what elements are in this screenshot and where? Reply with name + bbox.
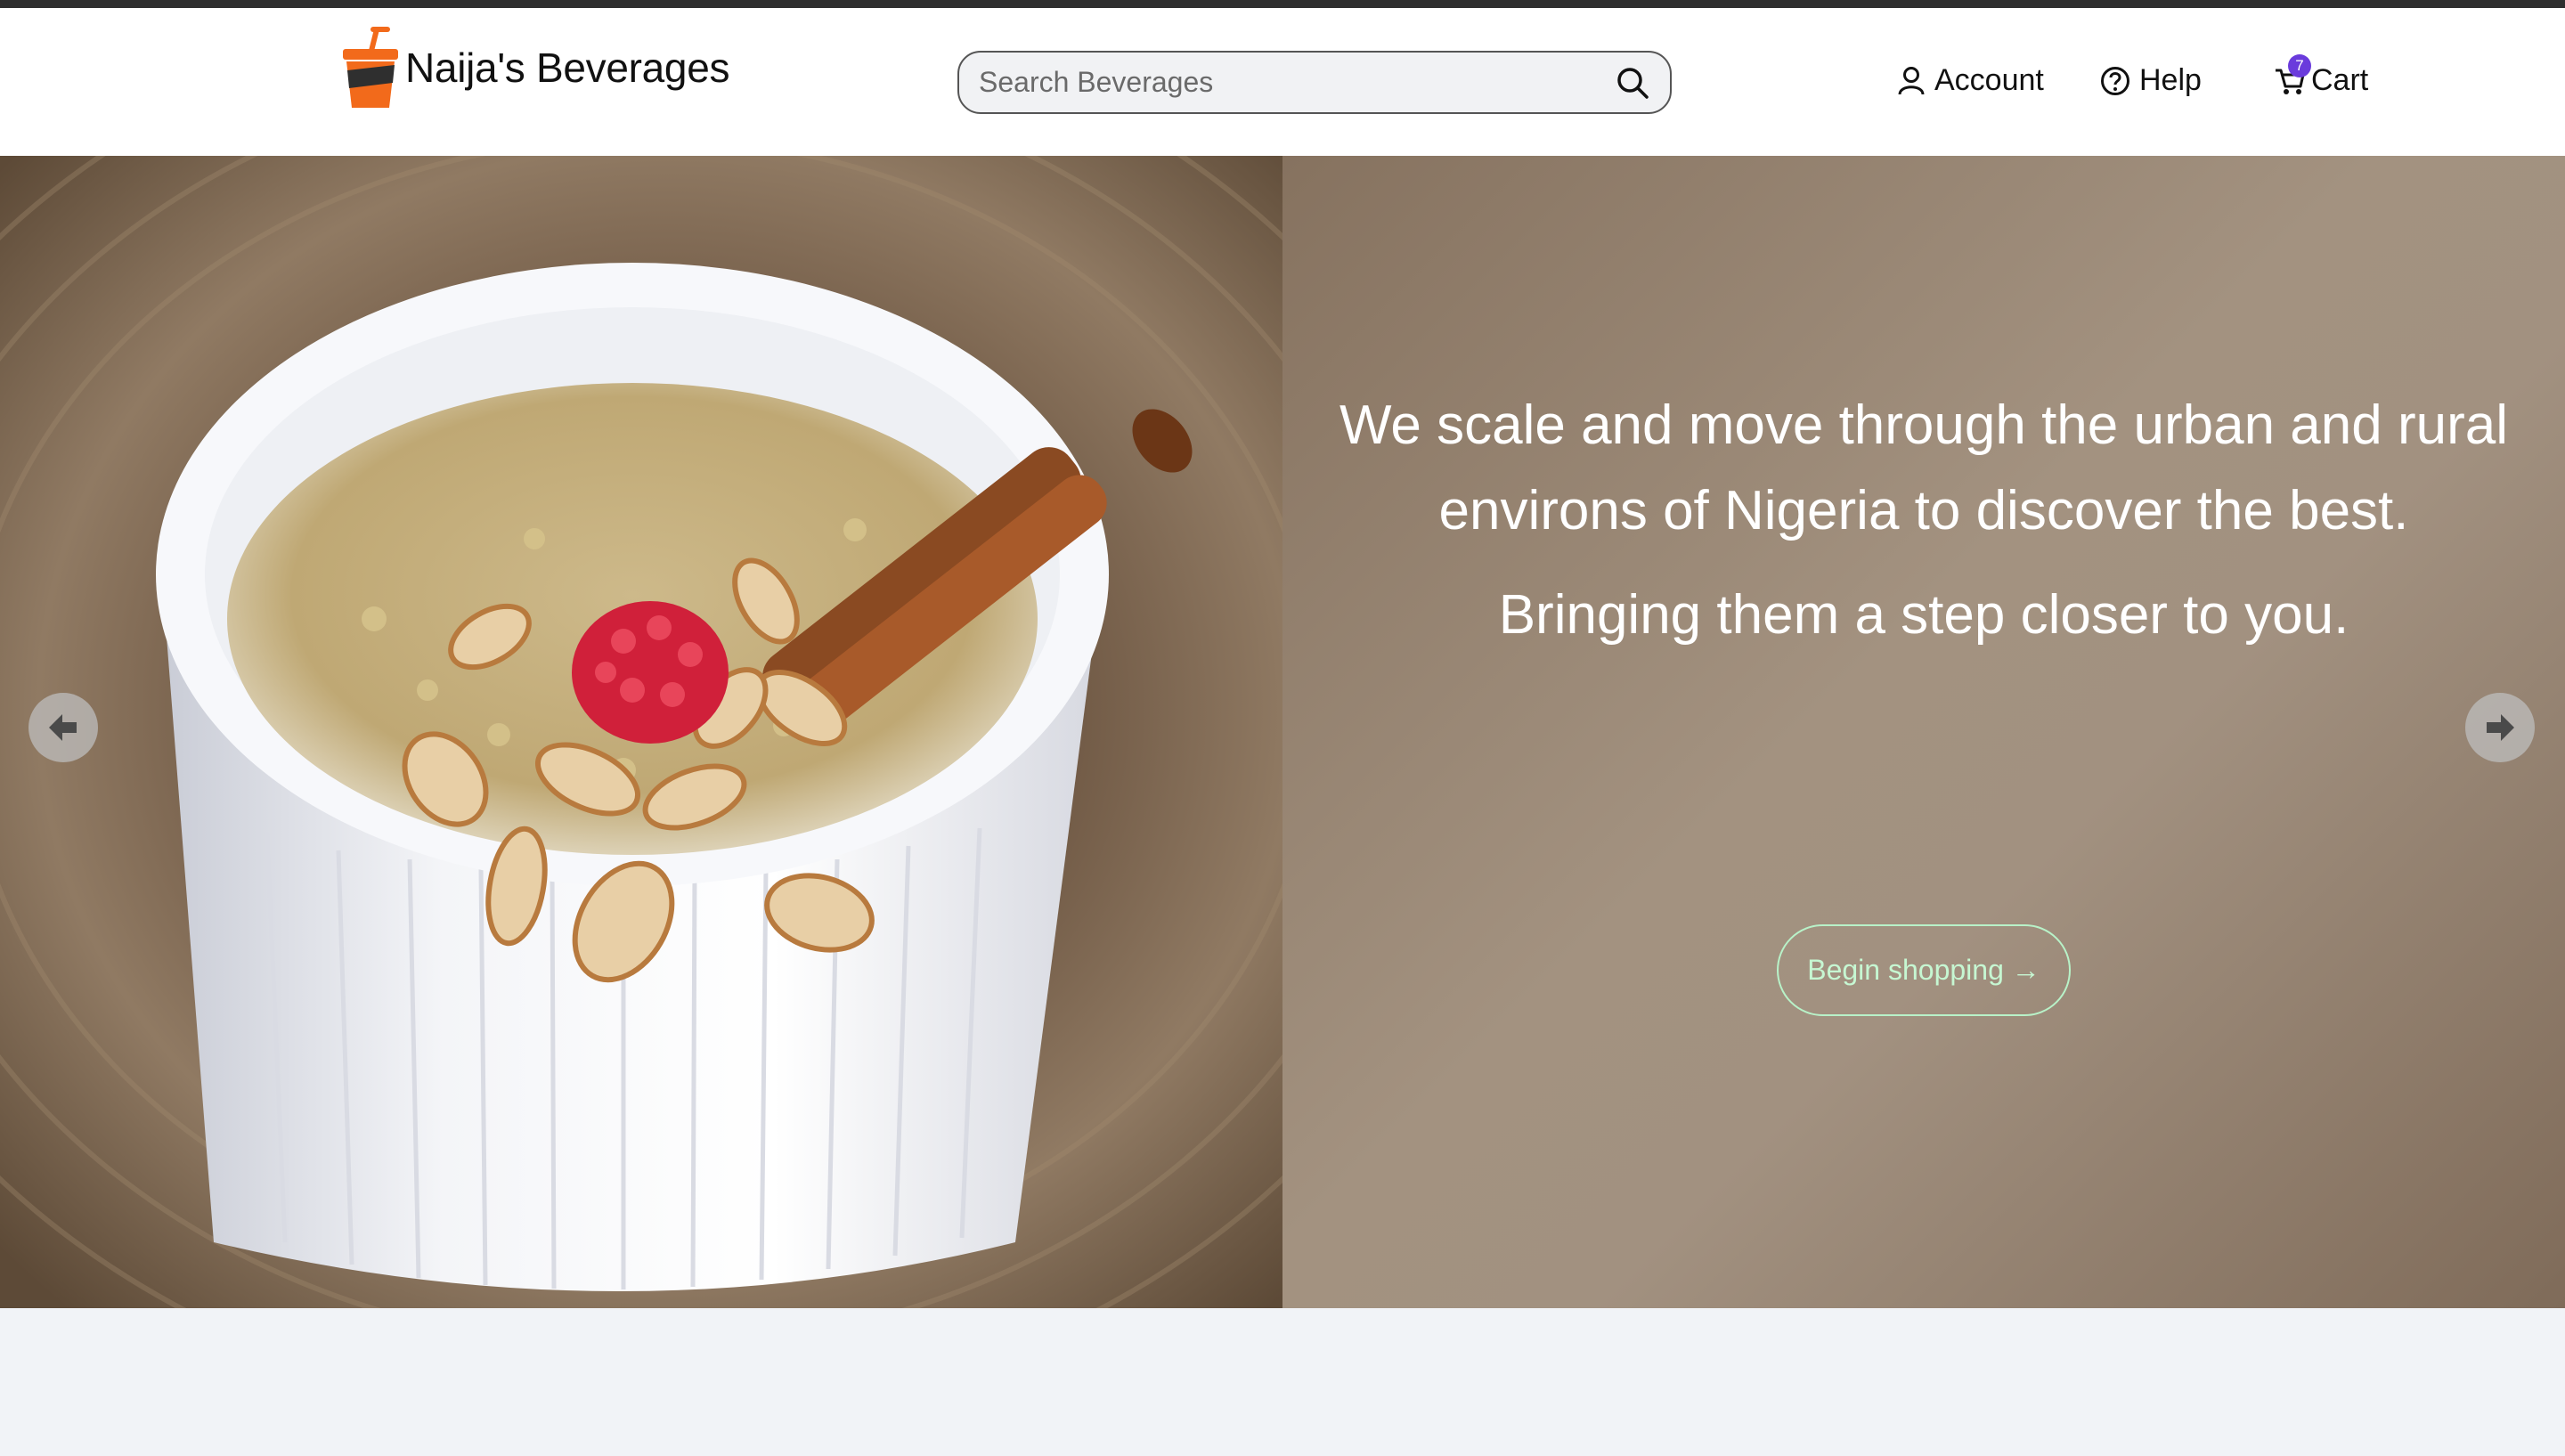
search-icon[interactable] [1615,65,1650,101]
cart-icon-wrapper: 7 [2274,53,2311,97]
hero-headline-line1: We scale and move through the urban and … [1340,395,2508,456]
page-body-area [0,1308,2565,1456]
hero-text-panel [1282,156,2565,1308]
begin-shopping-button[interactable]: Begin shopping → [1777,924,2071,1016]
brand-name: Naija's Beverages [405,45,730,91]
arrow-left-icon [49,714,77,741]
search-bar [957,51,1672,114]
help-circle-icon [2101,66,2129,95]
site-header: Naija's Beverages Account Help [0,8,2565,156]
user-icon [1898,66,1925,94]
millet-porridge-photo [0,156,1282,1308]
hero-headline: We scale and move through the urban and … [1282,383,2565,554]
brand-logo[interactable]: Naija's Beverages [339,24,730,111]
carousel-next-button[interactable] [2465,693,2535,762]
account-label: Account [1934,63,2044,97]
top-strip [0,0,2565,8]
help-link[interactable]: Help [2100,63,2202,98]
hero-carousel: We scale and move through the urban and … [0,156,2565,1308]
help-label: Help [2139,63,2202,97]
drink-cup-icon [343,27,398,108]
cart-count-badge: 7 [2288,53,2311,77]
hero-headline-line2: environs of Nigeria to discover the best… [1438,480,2409,541]
cart-link[interactable]: 7 Cart [2274,53,2369,98]
arrow-right-icon [2487,714,2514,741]
account-link[interactable]: Account [1897,63,2044,98]
search-input[interactable] [979,66,1606,99]
cart-label: Cart [2311,63,2369,97]
hero-subheadline: Bringing them a step closer to you. [1498,584,2349,646]
carousel-prev-button[interactable] [28,693,98,762]
